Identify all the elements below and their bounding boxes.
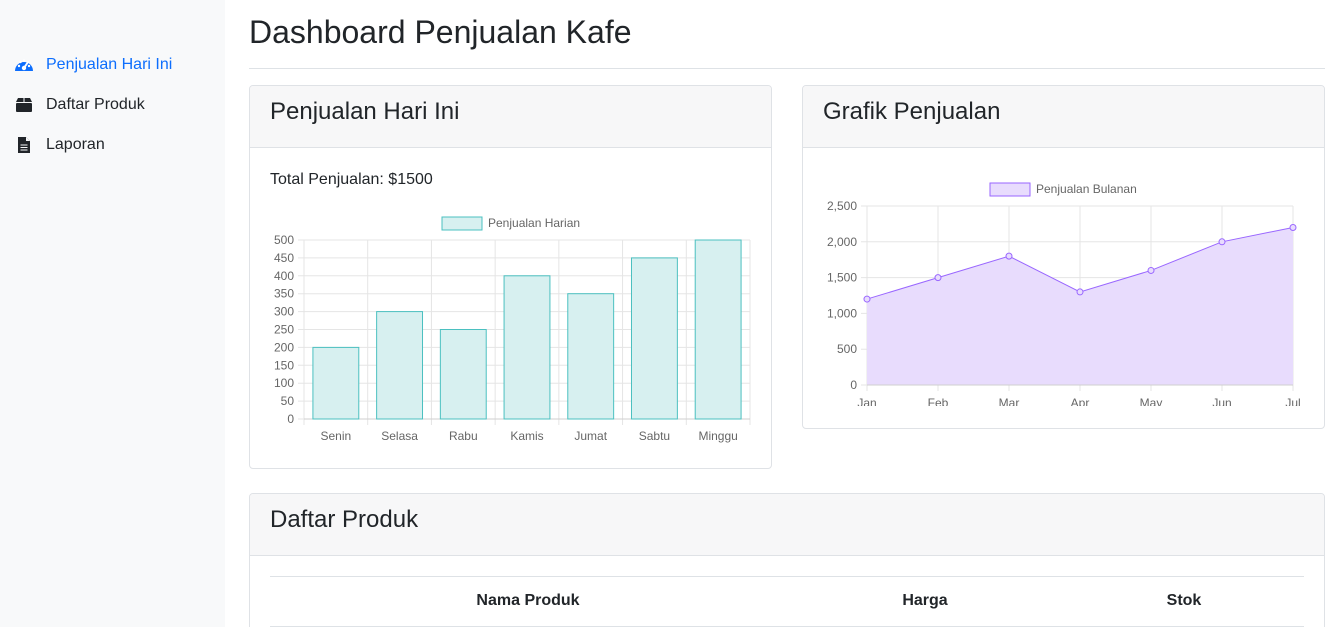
y-tick-label: 300 [274,305,294,319]
daily-sales-card: Penjualan Hari Ini Total Penjualan: $150… [249,85,772,469]
daily-sales-bar-chart: Penjualan Harian 0 50 100 150 200 250 300 350 400… [274,216,751,443]
sidebar: Penjualan Hari Ini Daftar Produk Laporan [0,0,225,627]
x-tick-label: Minggu [698,429,737,443]
bar [503,275,551,420]
sidebar-item-label: Daftar Produk [46,96,145,113]
y-tick-label: 100 [274,376,294,390]
x-tick-label: Senin [321,429,352,443]
y-tick-label: 2,500 [827,199,857,213]
legend-swatch [989,182,1031,197]
sidebar-item-laporan[interactable]: Laporan [14,135,105,155]
legend-label: Penjualan Bulanan [1036,182,1137,196]
y-tick-label: 2,000 [827,235,857,249]
x-tick-label: Rabu [449,429,478,443]
bar [694,239,742,420]
table-header-row: Nama Produk Harga Stok [270,576,1304,627]
data-point [934,274,942,282]
data-point [1289,223,1297,231]
y-tick-label: 1,500 [827,271,857,285]
x-tick-label: Sabtu [639,429,670,443]
bar [376,311,424,420]
x-tick-label: Jumat [574,429,607,443]
bar [630,257,678,420]
x-tick-label: May [1140,396,1163,406]
y-tick-label: 400 [274,269,294,283]
card-header: Grafik Penjualan [803,86,1324,148]
x-tick-label: Apr [1071,396,1090,406]
x-tick-label: Selasa [381,429,418,443]
y-tick-label: 50 [281,394,295,408]
bar [312,346,360,420]
y-tick-label: 200 [274,340,294,354]
column-header-nama-produk: Nama Produk [270,576,786,627]
total-sales-text: Total Penjualan: $1500 [270,171,433,188]
daily-sales-title: Penjualan Hari Ini [270,98,460,125]
legend-swatch [441,216,483,231]
title-divider [249,68,1325,69]
y-tick-label: 500 [837,342,857,356]
data-point [1005,252,1013,260]
y-tick-label: 0 [287,412,294,426]
data-point [1218,238,1226,246]
y-tick-label: 450 [274,251,294,265]
sidebar-item-daftar-produk[interactable]: Daftar Produk [14,95,145,115]
products-title: Daftar Produk [270,506,419,533]
y-tick-label: 1,000 [827,306,857,320]
data-point [863,295,871,303]
data-point [1076,288,1084,296]
data-point [1147,266,1155,274]
page-title: Dashboard Penjualan Kafe [249,14,632,50]
bar [567,293,615,420]
dashboard-gauge-icon [14,55,34,75]
x-tick-label: Mar [999,396,1020,406]
sidebar-item-penjualan-hari-ini[interactable]: Penjualan Hari Ini [14,55,172,75]
monthly-sales-title: Grafik Penjualan [823,98,1001,125]
y-tick-label: 0 [850,378,857,392]
monthly-sales-card: Grafik Penjualan Penjualan Bulanan 0 500 1,… [802,85,1325,429]
file-document-icon [14,135,34,155]
y-tick-label: 500 [274,233,294,247]
box-icon [14,95,34,115]
y-tick-label: 150 [274,358,294,372]
x-tick-label: Jan [857,396,876,406]
card-header: Daftar Produk [250,494,1324,556]
sidebar-item-label: Laporan [46,136,105,153]
monthly-sales-area-chart: Penjualan Bulanan 0 500 1,000 1,500 2,000 2,50… [827,182,1301,406]
x-tick-label: Feb [928,396,949,406]
x-tick-label: Kamis [510,429,543,443]
sidebar-item-label: Penjualan Hari Ini [46,56,173,73]
products-table: Nama Produk Harga Stok [270,576,1304,627]
bar [439,329,487,420]
x-tick-label: Jul [1285,396,1300,406]
legend-label: Penjualan Harian [488,216,580,230]
column-header-harga: Harga [786,576,1064,627]
card-header: Penjualan Hari Ini [250,86,771,148]
y-tick-label: 250 [274,323,294,337]
x-tick-label: Jun [1212,396,1231,406]
column-header-stok: Stok [1064,576,1304,627]
y-tick-label: 350 [274,287,294,301]
products-card: Daftar Produk Nama Produk Harga Stok [249,493,1325,627]
